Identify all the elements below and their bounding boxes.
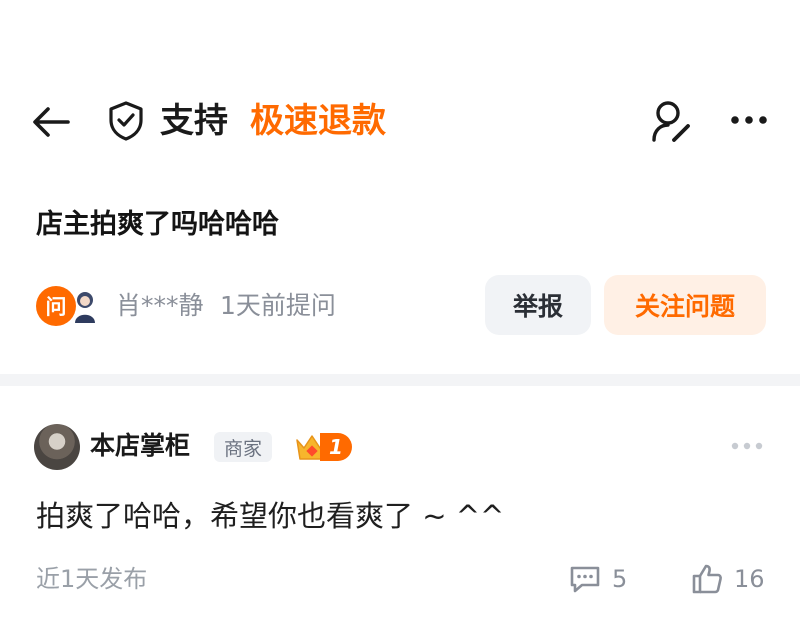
question-title: 店主拍爽了吗哈哈哈 — [36, 209, 279, 240]
rank-badge: 1 — [294, 432, 358, 462]
section-divider — [0, 374, 800, 386]
like-count: 16 — [734, 565, 765, 593]
user-edit-icon[interactable] — [650, 98, 694, 144]
shield-check-icon — [109, 101, 143, 141]
report-button[interactable]: 举报 — [485, 275, 591, 335]
answer-content: 拍爽了哈哈，希望你也看爽了 ~ ^^ — [36, 499, 505, 533]
question-badge: 问 — [36, 286, 76, 326]
comment-icon[interactable] — [568, 563, 602, 595]
asker-name[interactable]: 肖***静 — [116, 286, 204, 326]
comment-count: 5 — [612, 565, 628, 593]
answer-time: 近1天发布 — [36, 565, 148, 593]
follow-question-button[interactable]: 关注问题 — [604, 275, 766, 335]
avatar[interactable] — [34, 424, 80, 470]
asker-avatar — [75, 292, 95, 323]
answer-more-icon[interactable] — [730, 440, 764, 452]
rank-number: 1 — [329, 435, 343, 459]
question-badge-char: 问 — [45, 295, 67, 319]
fast-refund-label: 极速退款 — [250, 101, 386, 141]
thumbs-up-icon[interactable] — [690, 562, 724, 596]
more-icon[interactable] — [730, 112, 770, 128]
answer-author-name[interactable]: 本店掌柜 — [90, 426, 190, 466]
asked-time: 1天前提问 — [220, 291, 336, 320]
merchant-badge: 商家 — [214, 432, 272, 462]
support-label: 支持 — [160, 101, 228, 141]
back-arrow-icon[interactable] — [30, 102, 72, 142]
